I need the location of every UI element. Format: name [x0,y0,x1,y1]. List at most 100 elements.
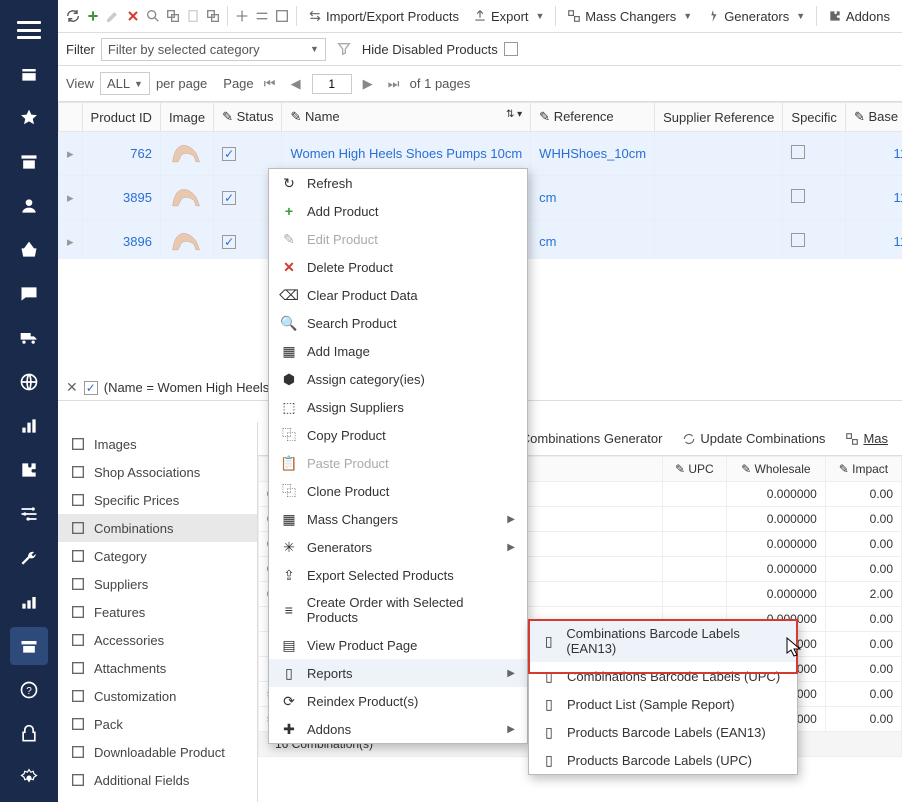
import-export-button[interactable]: Import/Export Products [302,6,465,27]
filter-active-checkbox[interactable] [84,381,98,395]
col-product-id[interactable]: Product ID [82,103,160,132]
cell-image[interactable] [160,176,213,220]
report-products-barcode-labels-upc-[interactable]: ▯Products Barcode Labels (UPC) [529,746,797,774]
ctx-assign-category-ies-[interactable]: ⬢Assign category(ies) [269,365,527,393]
ctx-mass-changers[interactable]: ▦Mass Changers▶ [269,505,527,533]
col-upc[interactable]: ✎ UPC [662,457,726,482]
ctx-generators[interactable]: ✳Generators▶ [269,533,527,561]
cell-id[interactable]: 3896 [82,220,160,259]
ctx-clone-product[interactable]: ⿻Clone Product [269,477,527,505]
paste-icon[interactable] [184,4,202,28]
add-icon[interactable] [84,4,102,28]
nav-lock[interactable] [10,715,48,753]
nav-archive[interactable] [10,143,48,181]
nav-puzzle[interactable] [10,451,48,489]
tree-item-customization[interactable]: Customization [58,682,257,710]
nav-chat[interactable] [10,275,48,313]
nav-chart[interactable] [10,407,48,445]
tool-icon-3[interactable] [273,4,291,28]
col-image[interactable]: Image [160,103,213,132]
tree-item-combinations[interactable]: Combinations [58,514,257,542]
addons-button[interactable]: Addons [822,6,896,27]
edit-icon[interactable] [104,4,122,28]
report-combinations-barcode-labels-upc-[interactable]: ▯Combinations Barcode Labels (UPC) [529,662,797,690]
ctx-create-order-with-selected-products[interactable]: ≡Create Order with Selected Products [269,589,527,631]
update-combo-button[interactable]: Update Combinations [676,428,831,449]
tree-item-specific-prices[interactable]: Specific Prices [58,486,257,514]
tree-item-pack[interactable]: Pack [58,710,257,738]
nav-basket[interactable] [10,231,48,269]
cell-base[interactable]: 111.00 [845,176,902,220]
copy-icon[interactable] [164,4,182,28]
clone-icon[interactable] [204,4,222,28]
nav-truck[interactable] [10,319,48,357]
col-specific[interactable]: Specific [783,103,846,132]
ctx-export-selected-products[interactable]: ⇪Export Selected Products [269,561,527,589]
expand-toggle[interactable]: ▸ [59,220,83,259]
cell-base[interactable]: 111.00 [845,132,902,176]
cell-base[interactable]: 111.00 [845,220,902,259]
expand-toggle[interactable]: ▸ [59,132,83,176]
cell-image[interactable] [160,132,213,176]
hide-disabled-checkbox[interactable] [504,42,518,56]
tree-item-downloadable-product[interactable]: Downloadable Product [58,738,257,766]
mass-changers-button[interactable]: Mass Changers▼ [561,6,698,27]
cell-image[interactable] [160,220,213,259]
nav-user[interactable] [10,187,48,225]
cell-id[interactable]: 3895 [82,176,160,220]
next-page-button[interactable]: ▶ [358,74,378,94]
ctx-reports[interactable]: ▯Reports▶ [269,659,527,687]
search-icon[interactable] [144,4,162,28]
refresh-icon[interactable] [64,4,82,28]
cell-specific[interactable] [783,176,846,220]
col-supplier-ref[interactable]: Supplier Reference [655,103,783,132]
detail-mass-button[interactable]: Mas [839,428,894,449]
nav-wrench[interactable] [10,539,48,577]
tree-item-accessories[interactable]: Accessories [58,626,257,654]
nav-hamburger[interactable] [10,11,48,49]
nav-star[interactable] [10,99,48,137]
col-base-price[interactable]: ✎ Base Price [845,103,902,132]
ctx-reindex-product-s-[interactable]: ⟳Reindex Product(s) [269,687,527,715]
col-wholesale[interactable]: ✎ Wholesale [726,457,825,482]
report-combinations-barcode-labels-ean13-[interactable]: ▯Combinations Barcode Labels (EAN13) [529,620,797,662]
nav-gear[interactable] [10,759,48,797]
report-product-list-sample-report-[interactable]: ▯Product List (Sample Report) [529,690,797,718]
ctx-view-product-page[interactable]: ▤View Product Page [269,631,527,659]
perpage-dropdown[interactable]: ALL▼ [100,72,150,95]
prev-page-button[interactable]: ◀ [286,74,306,94]
nav-store[interactable] [10,55,48,93]
tree-item-category[interactable]: Category [58,542,257,570]
filter-dropdown[interactable]: Filter by selected category▼ [101,38,326,61]
generators-button[interactable]: Generators▼ [700,6,811,27]
last-page-button[interactable]: ⏭ [384,74,404,94]
nav-globe[interactable] [10,363,48,401]
ctx-refresh[interactable]: ↻Refresh [269,169,527,197]
nav-sliders[interactable] [10,495,48,533]
ctx-search-product[interactable]: 🔍Search Product [269,309,527,337]
cell-ref[interactable]: cm [531,220,655,259]
export-button[interactable]: Export▼ [467,6,551,27]
clear-filter-button[interactable]: ✕ [66,379,78,396]
tree-item-features[interactable]: Features [58,598,257,626]
col-reference[interactable]: ✎ Reference [531,103,655,132]
tree-item-additional-fields[interactable]: Additional Fields [58,766,257,794]
page-input[interactable] [312,74,352,94]
tree-item-shop-associations[interactable]: Shop Associations [58,458,257,486]
nav-help[interactable]: ? [10,671,48,709]
cell-id[interactable]: 762 [82,132,160,176]
cell-specific[interactable] [783,220,846,259]
tree-item-suppliers[interactable]: Suppliers [58,570,257,598]
clear-filter-icon[interactable] [332,37,356,61]
tree-item-attachments[interactable]: Attachments [58,654,257,682]
ctx-add-product[interactable]: +Add Product [269,197,527,225]
ctx-copy-product[interactable]: ⿻Copy Product [269,421,527,449]
col-status[interactable]: ✎ Status [214,103,282,132]
first-page-button[interactable]: ⏮ [260,74,280,94]
delete-icon[interactable] [124,4,142,28]
col-impact[interactable]: ✎ Impact [825,457,901,482]
col-name[interactable]: ✎ Name ⇅ ▾ [282,103,531,132]
nav-box-active[interactable] [10,627,48,665]
cell-ref[interactable]: WHHShoes_10cm [531,132,655,176]
tool-icon-1[interactable] [233,4,251,28]
